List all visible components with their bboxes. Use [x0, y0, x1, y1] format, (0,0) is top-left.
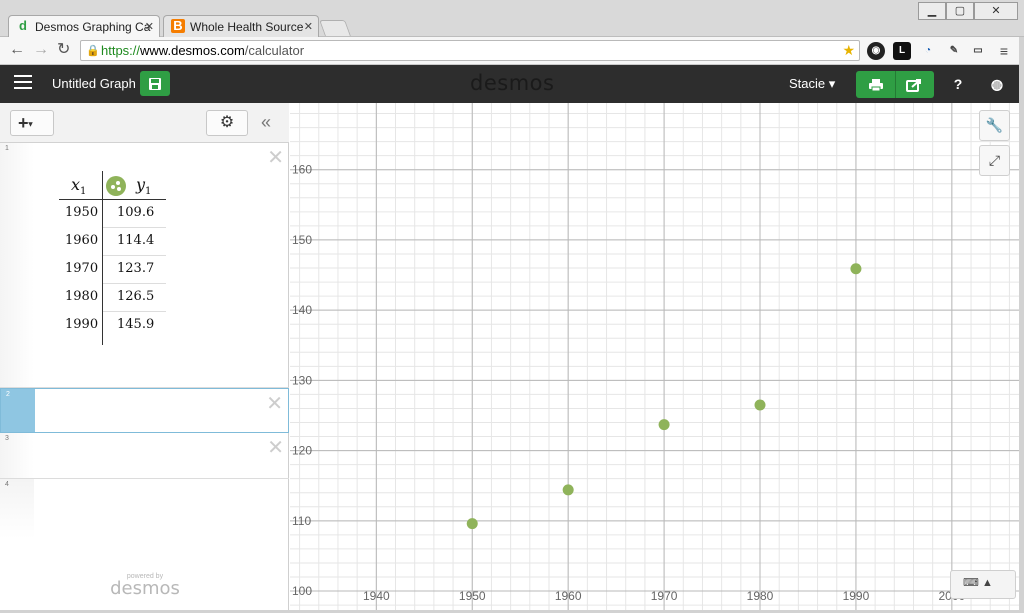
help-icon[interactable]: ? [948, 74, 968, 94]
expression-item-table[interactable]: 1 ✕ x1 y1 1950 109.6 1960 114.4 1970 123… [0, 143, 289, 388]
wrench-icon[interactable]: 🔧 [979, 110, 1010, 141]
data-point [850, 263, 862, 275]
minimize-icon[interactable]: ▁ [918, 2, 946, 20]
series-style-icon[interactable] [106, 176, 126, 196]
tab-close-icon[interactable]: ✕ [145, 20, 154, 33]
graph-canvas[interactable]: 1940195019601970198019902000100110120130… [290, 103, 1019, 610]
table-cell-x[interactable]: 1980 [59, 283, 102, 311]
bookmark-star-icon[interactable]: ★ [842, 42, 855, 59]
back-icon[interactable]: ← [9, 42, 25, 58]
browser-toolbar: ← → ↻ 🔒 https://www.desmos.com/calculator… [0, 37, 1024, 65]
save-button[interactable] [140, 71, 170, 96]
tab-title: Whole Health Source [190, 20, 304, 34]
keyboard-icon: ⌨ [963, 577, 979, 589]
add-expression-button[interactable]: +▾ [10, 110, 54, 136]
cast-icon[interactable]: ▭ [969, 42, 987, 60]
table-cell-x[interactable]: 1970 [59, 255, 102, 283]
browser-tab-strip: d Desmos Graphing Ca ✕ B Whole Health So… [0, 0, 1024, 38]
desmos-header: Untitled Graph desmos Stacie ▾ ? ◍ [0, 65, 1024, 103]
expression-index: 2 [6, 391, 10, 398]
user-menu[interactable]: Stacie ▾ [789, 76, 835, 92]
y-tick-label: 160 [292, 163, 312, 177]
close-icon[interactable]: ✕ [974, 2, 1018, 20]
expression-item-input[interactable]: 4 [0, 479, 289, 539]
maximize-icon[interactable]: ▢ [946, 2, 974, 20]
table-cell-y[interactable]: 126.5 [103, 283, 166, 311]
caret-down-icon: ▾ [828, 76, 836, 91]
tab-desmos[interactable]: d Desmos Graphing Ca ✕ [8, 15, 160, 38]
reload-icon[interactable]: ↻ [57, 42, 70, 58]
share-icon[interactable] [906, 78, 922, 92]
powered-by-logo: desmos [110, 578, 180, 599]
menu-icon[interactable]: ≡ [995, 42, 1013, 60]
url-scheme: https:// [101, 43, 141, 58]
blogger-favicon-icon: B [171, 19, 185, 33]
table-cell-y[interactable]: 145.9 [103, 311, 166, 339]
l-extension-icon[interactable]: L [893, 42, 911, 60]
expression-index: 1 [5, 145, 9, 152]
y-tick-label: 130 [292, 373, 312, 387]
keypad-button[interactable]: ⌨ ▲ [950, 570, 1016, 599]
url-host: www.desmos.com [140, 43, 245, 58]
data-point [658, 419, 670, 431]
fullscreen-icon[interactable]: ⤢ [979, 145, 1010, 176]
data-point [466, 518, 478, 530]
table-cell-x[interactable]: 1950 [59, 199, 102, 227]
y-tick-label: 100 [292, 584, 312, 598]
url-path: /calculator [244, 43, 305, 58]
expression-list: +▾ ⚙ « 1 ✕ x1 y1 1950 109.6 1960 114.4 1… [0, 103, 289, 610]
collapse-panel-icon[interactable]: « [261, 112, 271, 133]
graph-background [290, 103, 1019, 610]
forward-icon[interactable]: → [33, 42, 49, 58]
globe-badge-icon[interactable]: ◉ [867, 42, 885, 60]
y-tick-label: 120 [292, 444, 312, 458]
expression-item-input[interactable]: 3 ✕ [0, 433, 289, 479]
graph-paper[interactable]: 1940195019601970198019902000100110120130… [290, 103, 1019, 610]
data-point [562, 484, 574, 496]
y-tick-label: 150 [292, 233, 312, 247]
share-button-group [856, 71, 934, 98]
expression-index: 4 [5, 481, 9, 488]
data-point [754, 399, 766, 411]
globe-language-icon[interactable]: ◍ [987, 74, 1007, 94]
delete-expression-icon[interactable]: ✕ [267, 435, 284, 460]
delete-expression-icon[interactable]: ✕ [267, 145, 284, 170]
feed-icon[interactable]: ◔ [919, 42, 937, 60]
expression-item-input[interactable]: 2 ✕ [0, 388, 289, 433]
delete-expression-icon[interactable]: ✕ [266, 391, 283, 416]
table-cell-x[interactable]: 1990 [59, 311, 102, 339]
graph-title[interactable]: Untitled Graph [52, 76, 136, 91]
hamburger-menu-icon[interactable] [14, 75, 32, 91]
powered-by-desmos[interactable]: powered by desmos [110, 573, 180, 598]
lock-icon: 🔒 [86, 45, 100, 57]
desmos-favicon-icon: d [19, 18, 27, 33]
expression-index: 3 [5, 435, 9, 442]
table-header-x[interactable]: x1 [59, 171, 102, 199]
tab-whole-health-source[interactable]: B Whole Health Source ✕ [163, 15, 319, 38]
caret-up-icon: ▲ [981, 577, 993, 589]
floppy-disk-icon [149, 78, 161, 90]
expression-toolbar: +▾ ⚙ « [0, 103, 289, 143]
table-cell-y[interactable]: 109.6 [103, 199, 166, 227]
window-border [1019, 37, 1024, 613]
table-cell-y[interactable]: 123.7 [103, 255, 166, 283]
y-tick-label: 110 [292, 514, 311, 528]
table-cell-y[interactable]: 114.4 [103, 227, 166, 255]
address-bar[interactable]: 🔒 https://www.desmos.com/calculator ★ [80, 40, 860, 61]
print-icon[interactable] [868, 78, 884, 92]
tab-close-icon[interactable]: ✕ [304, 20, 313, 33]
table-cell-x[interactable]: 1960 [59, 227, 102, 255]
gear-icon[interactable]: ⚙ [206, 110, 248, 136]
user-name: Stacie [789, 76, 826, 91]
desmos-logo: desmos [470, 71, 555, 95]
tab-title: Desmos Graphing Ca [35, 20, 151, 34]
y-tick-label: 140 [292, 303, 312, 317]
eyedropper-icon[interactable]: ✎ [945, 42, 963, 60]
new-tab-button[interactable] [319, 20, 351, 36]
